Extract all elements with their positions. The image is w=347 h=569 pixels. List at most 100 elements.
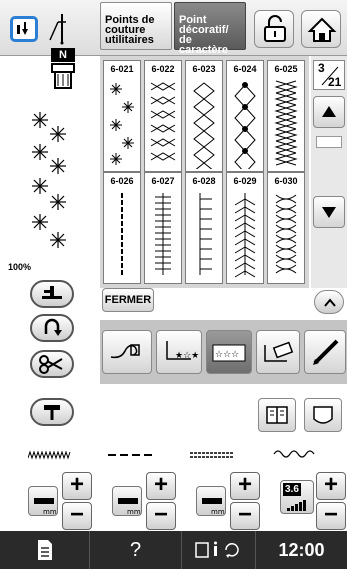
tension-level-icon [287,500,306,511]
wireless-status-button[interactable] [182,531,256,569]
scroll-thumb[interactable] [316,136,342,148]
stitch-cell[interactable]: 6-021 [103,60,141,172]
stitch-pattern-icon [199,193,212,275]
status-bar: ? 12:00 [0,531,347,569]
page-counter: 3 21 [313,60,345,90]
tension-value: 3.6 [283,483,301,496]
home-button[interactable] [301,10,341,48]
thread-loop-icon [110,344,140,359]
stitch-pattern-icon [155,193,171,275]
needle-down-icon [17,22,28,35]
memory-book-button[interactable] [258,398,296,432]
length-plus-button[interactable]: + [146,472,176,500]
width-value-icon: mm [28,486,58,516]
document-icon [37,540,52,560]
lock-button[interactable] [254,10,294,48]
mm-bar-icon: mm [34,498,57,516]
presser-foot-indicator: N [48,48,78,92]
pocket-button[interactable] [304,398,342,432]
stitch-cell[interactable]: 6-030 [267,172,305,284]
tab-decorative-label: Point décoratif/ de caractère [179,14,229,56]
close-button-label: FERMER [104,294,152,306]
needle-position-button[interactable] [30,398,74,426]
svg-text:mm: mm [43,508,57,516]
lock-icon [264,15,286,42]
pattern-mirror-button[interactable]: ☆☆☆ [206,330,252,374]
stitch-pattern-icon [150,82,176,161]
density-minus-button[interactable]: − [230,502,260,530]
stitch-code: 6-028 [192,176,216,186]
length-minus-button[interactable]: − [146,502,176,530]
pencil-icon [313,339,339,365]
eraser-icon [264,341,294,362]
stitch-combine-icon: ★☆★ [166,341,199,361]
stitch-code: 6-024 [233,64,257,74]
stitch-cell[interactable]: 6-029 [226,172,264,284]
stitch-pattern-icon [121,193,123,275]
page-total: 21 [328,75,342,89]
stitch-cell[interactable]: 6-025 [267,60,305,172]
pattern-stars-icon: ☆☆☆ [212,344,246,362]
stitch-cell[interactable]: 6-022 [144,60,182,172]
presser-lift-icon [42,286,62,299]
close-button[interactable]: FERMER [102,288,154,312]
presser-foot-letter: N [51,48,75,62]
stitch-cell[interactable]: 6-028 [185,172,223,284]
stitch-grid: 6-021 6-022 6-023 6-024 6-025 6-026 6-027 6-028… [100,56,309,288]
stitch-cell[interactable]: 6-026 [103,172,141,284]
pocket-icon [313,406,333,424]
density-plus-button[interactable]: + [230,472,260,500]
expand-button[interactable] [314,290,344,314]
page-up-button[interactable] [313,96,345,128]
page-down-button[interactable] [313,196,345,228]
chevron-up-icon [324,298,336,307]
stitch-cell[interactable]: 6-023 [185,60,223,172]
needle-mode-button[interactable] [10,16,38,42]
tension-plus-button[interactable]: + [316,472,346,500]
book-icon [266,406,288,424]
svg-text:★☆★: ★☆★ [175,351,199,361]
scissors-icon [39,355,63,374]
eraser-button[interactable] [256,330,300,374]
help-button[interactable]: ? [90,531,182,569]
edit-pencil-button[interactable] [304,330,346,374]
stitch-cell[interactable]: 6-024 [226,60,264,172]
tension-value-display: 3.6 [280,480,314,514]
clock-label: 12:00 [278,539,325,560]
stitch-cell[interactable]: 6-027 [144,172,182,284]
document-button[interactable] [0,531,90,569]
stitch-pattern-icon [110,83,134,165]
width-minus-button[interactable]: − [62,502,92,530]
reverse-stitch-icon [44,318,62,336]
tab-utility-stitches[interactable]: Points de couture utilitaires [100,2,172,50]
stitch-code: 6-027 [151,176,175,186]
width-plus-button[interactable]: + [62,472,92,500]
stitch-width-icon [28,450,71,460]
tab-decorative-stitches[interactable]: Point décoratif/ de caractère [174,2,246,56]
stitch-code: 6-025 [274,64,298,74]
stitch-combine-button[interactable]: ★☆★ [156,330,202,374]
presser-foot-lift-button[interactable] [30,280,74,308]
reverse-stitch-button[interactable] [30,314,74,342]
mm-bar-icon: mm [202,498,225,516]
twin-needle-button[interactable] [44,10,84,48]
stitch-pattern-icon [274,80,298,166]
presser-foot-icon [51,63,75,89]
stitch-pattern-icon [275,194,297,274]
stitch-code: 6-029 [233,176,257,186]
width-percent-label: 100% [8,262,32,272]
stitch-pattern-icon [234,82,256,169]
tab-utility-label: Points de couture utilitaires [105,14,155,46]
tension-minus-button[interactable]: − [316,502,346,530]
needle-icon [49,14,66,45]
stitch-pattern-icon [193,82,215,169]
mm-bar-icon: mm [118,498,141,516]
thread-loop-button[interactable] [102,330,152,374]
density-value-icon: mm [196,486,226,516]
stitch-code: 6-023 [192,64,216,74]
stitch-code: 6-030 [274,176,298,186]
stitch-code: 6-022 [151,64,175,74]
home-icon [307,17,337,42]
thread-cutter-button[interactable] [30,350,74,378]
help-label: ? [129,538,142,561]
